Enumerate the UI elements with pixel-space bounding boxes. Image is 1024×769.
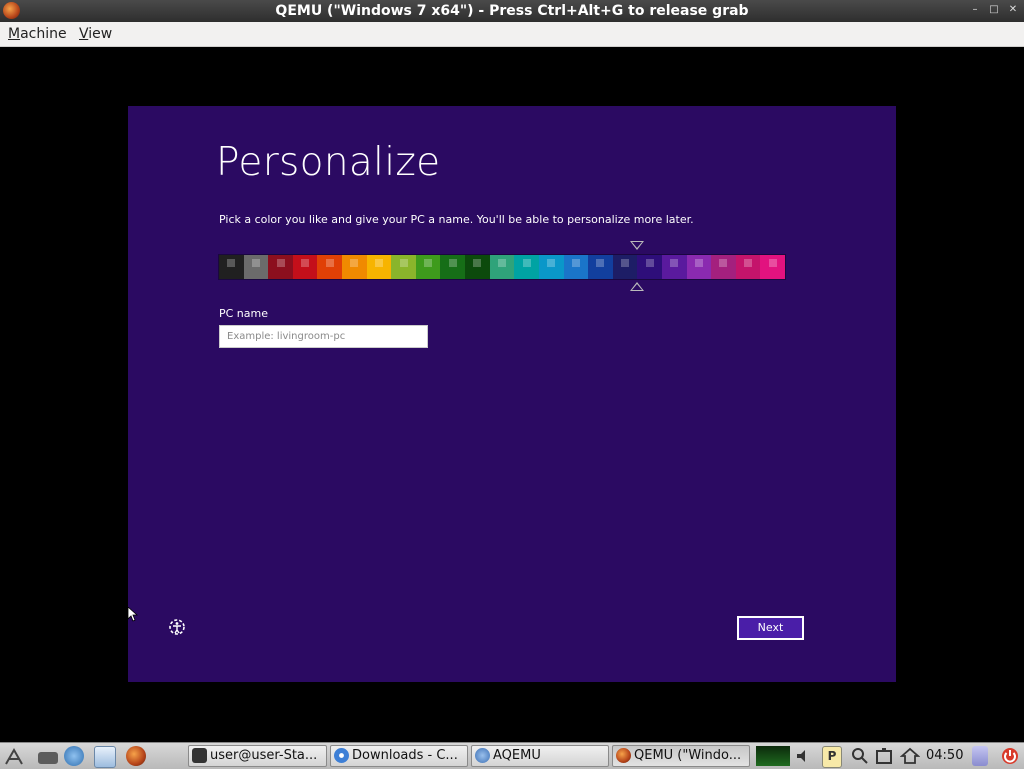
color-swatch[interactable]	[661, 255, 687, 279]
menu-view-accel: V	[79, 26, 89, 42]
clipboard-icon[interactable]: P	[822, 746, 842, 768]
power-icon[interactable]	[1000, 746, 1020, 766]
web-browser-icon[interactable]	[64, 746, 84, 766]
window-title: QEMU ("Windows 7 x64") - Press Ctrl+Alt+…	[275, 3, 749, 19]
color-swatch[interactable]	[538, 255, 564, 279]
search-icon[interactable]	[850, 746, 870, 766]
color-swatch-highlight	[645, 259, 654, 267]
color-swatch-highlight	[694, 259, 703, 267]
clock[interactable]: 04:50	[926, 743, 963, 769]
close-button[interactable]: ✕	[1008, 3, 1018, 17]
menu-bar: Machine View	[0, 22, 1024, 47]
next-button[interactable]: Next	[737, 616, 804, 640]
aqemu-icon	[475, 748, 490, 763]
color-swatch-highlight	[621, 259, 630, 267]
cpu-monitor-icon	[756, 746, 790, 766]
color-swatch-highlight	[473, 259, 482, 267]
menu-view[interactable]: View	[79, 22, 112, 46]
color-picker-strip[interactable]	[218, 254, 786, 280]
pc-name-label: PC name	[219, 307, 269, 320]
color-swatch[interactable]	[563, 255, 589, 279]
color-swatch[interactable]	[317, 255, 343, 279]
color-swatch-highlight	[276, 259, 285, 267]
qemu-icon	[616, 748, 631, 763]
start-menu-icon[interactable]	[4, 746, 24, 766]
color-swatch-highlight	[547, 259, 556, 267]
color-swatch-highlight	[301, 259, 310, 267]
task-downloads[interactable]: Downloads - C...	[330, 745, 468, 767]
color-swatch-highlight	[227, 259, 236, 267]
task-terminal-label: user@user-Sta...	[210, 748, 318, 763]
color-swatch[interactable]	[391, 255, 416, 279]
color-swatch[interactable]	[686, 255, 712, 279]
color-swatch-highlight	[374, 259, 383, 267]
guest-screen[interactable]: Personalize Pick a color you like and gi…	[128, 106, 896, 682]
menu-machine-accel: M	[8, 26, 21, 42]
task-qemu-label: QEMU ("Windo...	[634, 748, 742, 763]
color-swatch-highlight	[325, 259, 334, 267]
color-swatch[interactable]	[268, 255, 293, 279]
show-desktop-icon[interactable]	[38, 752, 58, 764]
color-swatch[interactable]	[735, 255, 761, 279]
color-swatch[interactable]	[243, 255, 269, 279]
taskbar: user@user-Sta... Downloads - C... AQEMU …	[0, 742, 1024, 769]
pc-name-input[interactable]	[219, 325, 428, 348]
color-swatch-highlight	[571, 259, 580, 267]
color-swatch-highlight	[670, 259, 679, 267]
color-swatch-highlight	[399, 259, 408, 267]
color-swatch[interactable]	[588, 255, 613, 279]
page-title: Personalize	[216, 140, 441, 185]
mouse-pointer-icon	[128, 607, 138, 622]
color-swatch-highlight	[251, 259, 260, 267]
selected-color-marker-top-icon	[630, 241, 644, 250]
color-swatch[interactable]	[219, 255, 244, 279]
color-swatch-highlight	[448, 259, 457, 267]
color-swatch[interactable]	[415, 255, 441, 279]
task-aqemu-label: AQEMU	[493, 748, 541, 763]
color-swatch[interactable]	[612, 255, 638, 279]
task-downloads-label: Downloads - C...	[352, 748, 458, 763]
menu-view-label: iew	[88, 26, 113, 42]
color-swatch-highlight	[350, 259, 359, 267]
color-swatch[interactable]	[760, 255, 786, 279]
network-icon[interactable]	[900, 746, 920, 766]
color-swatch-highlight	[768, 259, 777, 267]
task-aqemu[interactable]: AQEMU	[471, 745, 609, 767]
color-swatch-highlight	[719, 259, 728, 267]
color-swatch[interactable]	[366, 255, 392, 279]
volume-icon[interactable]	[794, 746, 814, 766]
maximize-button[interactable]: □	[989, 3, 999, 17]
ease-of-access-icon[interactable]	[168, 618, 186, 636]
battery-icon[interactable]	[874, 746, 894, 766]
color-swatch-highlight	[498, 259, 506, 267]
chromium-icon	[334, 748, 349, 763]
color-swatch-selected[interactable]	[637, 255, 662, 279]
color-swatch[interactable]	[514, 255, 539, 279]
color-slider-handle[interactable]	[630, 282, 644, 291]
color-swatch[interactable]	[711, 255, 736, 279]
keyboard-layout-icon[interactable]	[972, 746, 988, 766]
personalize-instructions: Pick a color you like and give your PC a…	[219, 213, 694, 226]
color-swatch-highlight	[596, 259, 605, 267]
file-manager-icon[interactable]	[94, 746, 116, 768]
color-swatch[interactable]	[489, 255, 515, 279]
color-swatch[interactable]	[342, 255, 367, 279]
menu-machine-label: achine	[20, 26, 67, 42]
color-swatch-highlight	[744, 259, 753, 267]
color-swatch[interactable]	[292, 255, 318, 279]
qemu-launcher-icon[interactable]	[126, 746, 146, 766]
task-qemu[interactable]: QEMU ("Windo...	[612, 745, 750, 767]
window-controls: – □ ✕	[970, 3, 1018, 17]
color-swatch[interactable]	[465, 255, 490, 279]
color-swatch-highlight	[424, 259, 433, 267]
minimize-button[interactable]: –	[970, 3, 980, 17]
terminal-icon	[192, 748, 207, 763]
color-swatch[interactable]	[440, 255, 466, 279]
menu-machine[interactable]: Machine	[8, 22, 67, 46]
task-terminal[interactable]: user@user-Sta...	[188, 745, 327, 767]
title-bar: QEMU ("Windows 7 x64") - Press Ctrl+Alt+…	[0, 0, 1024, 22]
color-swatch-highlight	[522, 259, 531, 267]
